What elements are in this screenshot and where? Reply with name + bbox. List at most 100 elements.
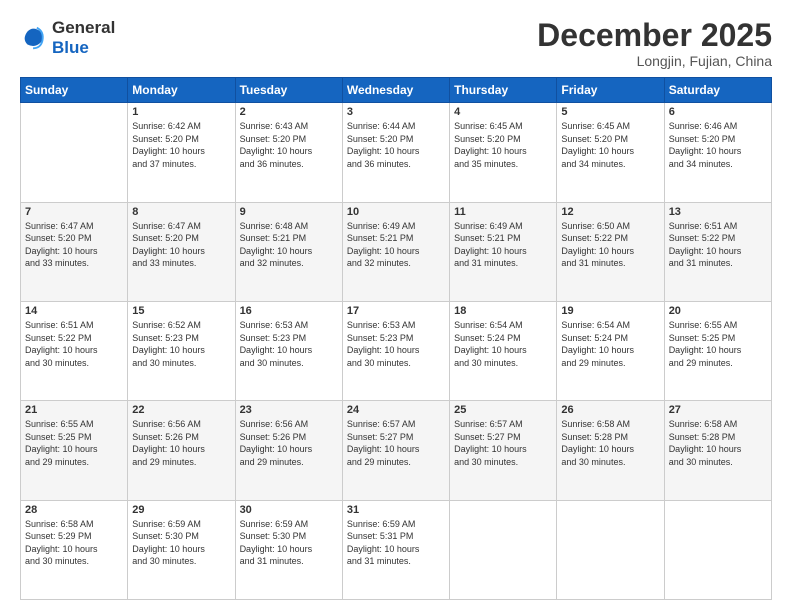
calendar-cell: 2 Sunrise: 6:43 AM Sunset: 5:20 PM Daylig…	[235, 103, 342, 202]
day-info: Sunrise: 6:49 AM Sunset: 5:21 PM Dayligh…	[454, 220, 552, 270]
calendar-cell: 7 Sunrise: 6:47 AM Sunset: 5:20 PM Daylig…	[21, 202, 128, 301]
day-info: Sunrise: 6:51 AM Sunset: 5:22 PM Dayligh…	[25, 319, 123, 369]
day-info: Sunrise: 6:58 AM Sunset: 5:29 PM Dayligh…	[25, 518, 123, 568]
calendar-cell: 13Sunrise: 6:51 AM Sunset: 5:22 PM Dayli…	[664, 202, 771, 301]
calendar-cell: 24 Sunrise: 6:57 AM Sunset: 5:27 PM Dayli…	[342, 401, 449, 500]
calendar-cell: 5 Sunrise: 6:45 AM Sunset: 5:20 PM Daylig…	[557, 103, 664, 202]
day-info: Sunrise: 6:53 AM Sunset: 5:23 PM Dayligh…	[347, 319, 445, 369]
calendar-cell: 6Sunrise: 6:46 AM Sunset: 5:20 PM Daylig…	[664, 103, 771, 202]
calendar-cell: 15 Sunrise: 6:52 AM Sunset: 5:23 PM Dayli…	[128, 301, 235, 400]
weekday-header: Friday	[557, 78, 664, 103]
calendar-week-row: 7 Sunrise: 6:47 AM Sunset: 5:20 PM Daylig…	[21, 202, 772, 301]
calendar-cell	[557, 500, 664, 599]
day-number: 29	[132, 504, 230, 516]
day-info: Sunrise: 6:45 AM Sunset: 5:20 PM Dayligh…	[561, 120, 659, 170]
calendar-week-row: 21 Sunrise: 6:55 AM Sunset: 5:25 PM Dayli…	[21, 401, 772, 500]
day-info: Sunrise: 6:58 AM Sunset: 5:28 PM Dayligh…	[561, 418, 659, 468]
day-info: Sunrise: 6:54 AM Sunset: 5:24 PM Dayligh…	[454, 319, 552, 369]
day-number: 27	[669, 404, 767, 416]
calendar-cell: 31Sunrise: 6:59 AM Sunset: 5:31 PM Dayli…	[342, 500, 449, 599]
day-number: 5	[561, 106, 659, 118]
calendar-cell: 14 Sunrise: 6:51 AM Sunset: 5:22 PM Dayli…	[21, 301, 128, 400]
day-info: Sunrise: 6:50 AM Sunset: 5:22 PM Dayligh…	[561, 220, 659, 270]
day-info: Sunrise: 6:55 AM Sunset: 5:25 PM Dayligh…	[669, 319, 767, 369]
day-number: 1	[132, 106, 230, 118]
day-number: 19	[561, 305, 659, 317]
day-info: Sunrise: 6:47 AM Sunset: 5:20 PM Dayligh…	[25, 220, 123, 270]
calendar-header-row: SundayMondayTuesdayWednesdayThursdayFrid…	[21, 78, 772, 103]
calendar-week-row: 14 Sunrise: 6:51 AM Sunset: 5:22 PM Dayli…	[21, 301, 772, 400]
calendar-cell: 18Sunrise: 6:54 AM Sunset: 5:24 PM Dayli…	[450, 301, 557, 400]
calendar-cell	[664, 500, 771, 599]
day-info: Sunrise: 6:52 AM Sunset: 5:23 PM Dayligh…	[132, 319, 230, 369]
header: General Blue December 2025 Longjin, Fuji…	[20, 18, 772, 69]
weekday-header: Sunday	[21, 78, 128, 103]
day-info: Sunrise: 6:47 AM Sunset: 5:20 PM Dayligh…	[132, 220, 230, 270]
day-number: 28	[25, 504, 123, 516]
calendar-cell	[21, 103, 128, 202]
day-info: Sunrise: 6:56 AM Sunset: 5:26 PM Dayligh…	[240, 418, 338, 468]
logo-icon	[20, 24, 48, 52]
day-info: Sunrise: 6:55 AM Sunset: 5:25 PM Dayligh…	[25, 418, 123, 468]
day-number: 22	[132, 404, 230, 416]
calendar-cell: 16Sunrise: 6:53 AM Sunset: 5:23 PM Dayli…	[235, 301, 342, 400]
day-number: 4	[454, 106, 552, 118]
day-number: 17	[347, 305, 445, 317]
day-info: Sunrise: 6:59 AM Sunset: 5:30 PM Dayligh…	[132, 518, 230, 568]
day-number: 3	[347, 106, 445, 118]
calendar-cell: 25Sunrise: 6:57 AM Sunset: 5:27 PM Dayli…	[450, 401, 557, 500]
day-number: 23	[240, 404, 338, 416]
weekday-header: Thursday	[450, 78, 557, 103]
calendar-week-row: 28 Sunrise: 6:58 AM Sunset: 5:29 PM Dayli…	[21, 500, 772, 599]
calendar-cell: 12Sunrise: 6:50 AM Sunset: 5:22 PM Dayli…	[557, 202, 664, 301]
day-number: 26	[561, 404, 659, 416]
day-number: 8	[132, 206, 230, 218]
calendar-cell: 28 Sunrise: 6:58 AM Sunset: 5:29 PM Dayli…	[21, 500, 128, 599]
calendar-cell: 19 Sunrise: 6:54 AM Sunset: 5:24 PM Dayli…	[557, 301, 664, 400]
calendar-week-row: 1 Sunrise: 6:42 AM Sunset: 5:20 PM Daylig…	[21, 103, 772, 202]
calendar-cell: 3Sunrise: 6:44 AM Sunset: 5:20 PM Daylig…	[342, 103, 449, 202]
day-number: 15	[132, 305, 230, 317]
title-block: December 2025 Longjin, Fujian, China	[537, 18, 772, 69]
calendar-cell: 30 Sunrise: 6:59 AM Sunset: 5:30 PM Dayli…	[235, 500, 342, 599]
calendar-cell: 8 Sunrise: 6:47 AM Sunset: 5:20 PM Daylig…	[128, 202, 235, 301]
calendar-cell: 4Sunrise: 6:45 AM Sunset: 5:20 PM Daylig…	[450, 103, 557, 202]
day-number: 25	[454, 404, 552, 416]
day-info: Sunrise: 6:42 AM Sunset: 5:20 PM Dayligh…	[132, 120, 230, 170]
day-number: 2	[240, 106, 338, 118]
day-number: 24	[347, 404, 445, 416]
calendar-cell: 1 Sunrise: 6:42 AM Sunset: 5:20 PM Daylig…	[128, 103, 235, 202]
day-number: 11	[454, 206, 552, 218]
day-number: 7	[25, 206, 123, 218]
day-info: Sunrise: 6:57 AM Sunset: 5:27 PM Dayligh…	[347, 418, 445, 468]
day-info: Sunrise: 6:54 AM Sunset: 5:24 PM Dayligh…	[561, 319, 659, 369]
day-number: 14	[25, 305, 123, 317]
weekday-header: Saturday	[664, 78, 771, 103]
calendar-cell	[450, 500, 557, 599]
day-number: 21	[25, 404, 123, 416]
page: General Blue December 2025 Longjin, Fuji…	[0, 0, 792, 612]
day-number: 10	[347, 206, 445, 218]
day-info: Sunrise: 6:48 AM Sunset: 5:21 PM Dayligh…	[240, 220, 338, 270]
day-info: Sunrise: 6:43 AM Sunset: 5:20 PM Dayligh…	[240, 120, 338, 170]
day-info: Sunrise: 6:59 AM Sunset: 5:30 PM Dayligh…	[240, 518, 338, 568]
calendar-cell: 27 Sunrise: 6:58 AM Sunset: 5:28 PM Dayli…	[664, 401, 771, 500]
day-info: Sunrise: 6:58 AM Sunset: 5:28 PM Dayligh…	[669, 418, 767, 468]
weekday-header: Wednesday	[342, 78, 449, 103]
day-info: Sunrise: 6:49 AM Sunset: 5:21 PM Dayligh…	[347, 220, 445, 270]
calendar-cell: 10 Sunrise: 6:49 AM Sunset: 5:21 PM Dayli…	[342, 202, 449, 301]
calendar-cell: 20 Sunrise: 6:55 AM Sunset: 5:25 PM Dayli…	[664, 301, 771, 400]
location-subtitle: Longjin, Fujian, China	[537, 53, 772, 69]
calendar-cell: 11 Sunrise: 6:49 AM Sunset: 5:21 PM Dayli…	[450, 202, 557, 301]
day-number: 30	[240, 504, 338, 516]
month-title: December 2025	[537, 18, 772, 53]
day-info: Sunrise: 6:56 AM Sunset: 5:26 PM Dayligh…	[132, 418, 230, 468]
logo-text: General Blue	[52, 18, 115, 59]
day-number: 20	[669, 305, 767, 317]
calendar-cell: 29 Sunrise: 6:59 AM Sunset: 5:30 PM Dayli…	[128, 500, 235, 599]
day-number: 9	[240, 206, 338, 218]
day-number: 13	[669, 206, 767, 218]
weekday-header: Tuesday	[235, 78, 342, 103]
weekday-header: Monday	[128, 78, 235, 103]
calendar-cell: 9 Sunrise: 6:48 AM Sunset: 5:21 PM Daylig…	[235, 202, 342, 301]
